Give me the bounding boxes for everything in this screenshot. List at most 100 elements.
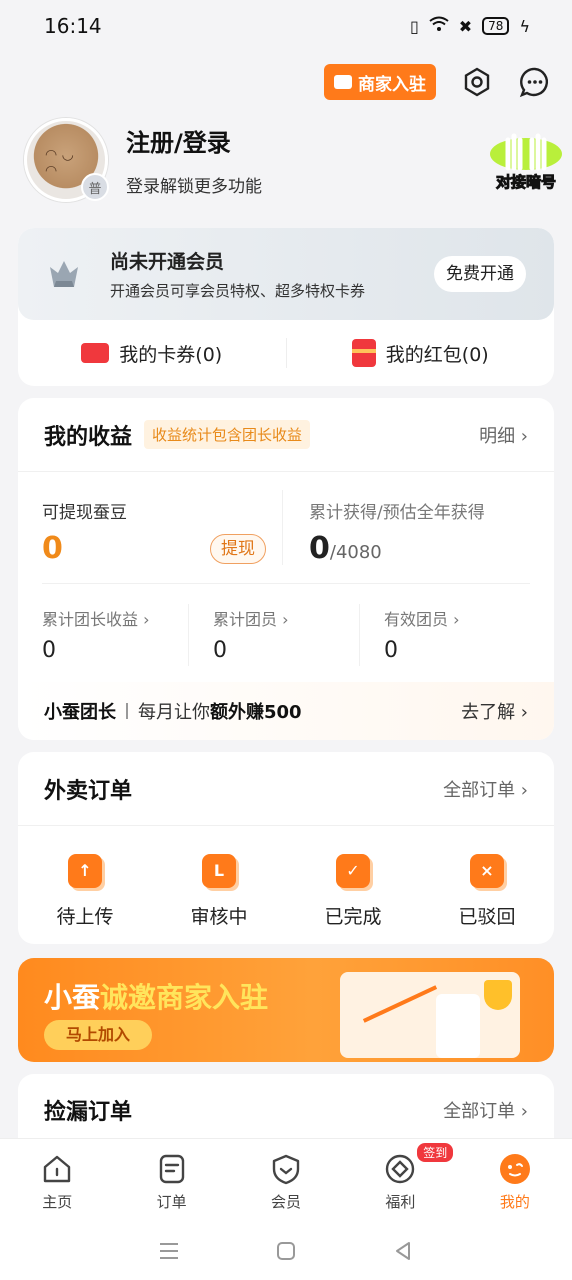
messages-button[interactable]: [518, 65, 552, 99]
sim-off-icon: ✖: [458, 16, 473, 36]
merchant-join-button[interactable]: 商家入驻: [324, 64, 436, 100]
menu-icon[interactable]: [157, 1239, 181, 1263]
earnings-main: 可提现蚕豆 0 提现 累计获得/预估全年获得 0/4080: [42, 472, 530, 584]
cumulative-total: /4080: [329, 542, 382, 563]
my-red-envelopes-button[interactable]: 我的红包(0): [287, 339, 555, 367]
upload-icon: ↑: [68, 854, 102, 888]
promo-title-yellow: 诚邀商家入驻: [100, 981, 269, 1014]
takeout-orders-card: 外卖订单 全部订单 › ↑ 待上传 L 审核中 ✓ 已完成 × 已驳回: [18, 752, 554, 944]
ticket-icon: [81, 343, 110, 363]
reject-icon: ×: [470, 854, 504, 888]
missed-orders-title: 捡漏订单: [44, 1100, 133, 1125]
red-envelope-icon: [351, 339, 376, 367]
stat-value: 0: [384, 638, 398, 663]
tab-welfare[interactable]: 签到 福利: [343, 1139, 457, 1222]
shop-icon: [334, 75, 352, 89]
charging-icon: ϟ: [519, 16, 530, 36]
profile-text: 注册/登录 登录解锁更多功能: [126, 123, 262, 197]
earnings-detail-link[interactable]: 明细 ›: [479, 422, 528, 448]
team-leader-logo: 小蚕团长: [44, 702, 116, 723]
bottom-tab-bar: 主页 订单 会员 签到 福利 我的: [0, 1138, 572, 1222]
back-icon[interactable]: [391, 1239, 415, 1263]
settings-button[interactable]: [460, 65, 494, 99]
orders-icon: [159, 1154, 184, 1184]
login-subtitle: 登录解锁更多功能: [126, 177, 262, 197]
divider: [126, 703, 128, 719]
order-status-pending-upload[interactable]: ↑ 待上传: [18, 854, 152, 929]
membership-desc: 开通会员可享会员特权、超多特权卡券: [110, 282, 366, 300]
all-orders-link[interactable]: 全部订单 ›: [443, 776, 528, 802]
tab-orders[interactable]: 订单: [114, 1139, 228, 1222]
stat-value: 0: [42, 638, 56, 663]
stat-label: 累计团员 ›: [213, 610, 289, 629]
learn-more-link[interactable]: 去了解 ›: [461, 698, 528, 724]
mascot-text: 对接暗号: [495, 173, 556, 192]
hands-icon: [490, 133, 562, 171]
join-now-button[interactable]: 马上加入: [44, 1020, 153, 1050]
avatar[interactable]: ◠ ◡ ◠ 普: [24, 118, 109, 202]
coupon-row: 我的卡券(0) 我的红包(0): [18, 320, 554, 386]
home-square-icon[interactable]: [274, 1239, 298, 1263]
stat-leader-earnings[interactable]: 累计团长收益 › 0: [42, 584, 188, 680]
missed-all-orders-link[interactable]: 全部订单 ›: [443, 1097, 528, 1123]
shield-check-icon: [484, 980, 512, 1010]
battery-indicator: 78: [482, 17, 510, 35]
promo-illustration: [340, 972, 520, 1058]
status-bar: 16:14 ▯ ✖ 78 ϟ: [0, 0, 572, 52]
reviewing-icon: L: [202, 854, 236, 888]
merchant-invite-banner[interactable]: 小蚕诚邀商家入驻 马上加入: [18, 958, 554, 1062]
takeout-orders-title: 外卖订单: [44, 778, 133, 804]
member-icon: [272, 1154, 300, 1185]
stat-value: 0: [213, 638, 227, 663]
cumulative-section: 累计获得/预估全年获得 0/4080: [282, 490, 530, 566]
vibrate-icon: ▯: [409, 16, 419, 36]
free-activate-button[interactable]: 免费开通: [434, 256, 526, 292]
tab-label: 福利: [385, 1193, 416, 1211]
withdraw-button[interactable]: 提现: [210, 534, 266, 564]
stat-members[interactable]: 累计团员 › 0: [188, 604, 359, 666]
my-red-envelopes-label: 我的红包(0): [385, 343, 489, 366]
welfare-icon: [386, 1154, 415, 1184]
mine-icon: [499, 1154, 530, 1184]
my-coupons-label: 我的卡券(0): [119, 343, 223, 366]
tab-mine[interactable]: 我的: [458, 1139, 572, 1222]
tab-member[interactable]: 会员: [229, 1139, 343, 1222]
order-status-label: 已驳回: [458, 906, 516, 928]
stat-active-members[interactable]: 有效团员 › 0: [359, 604, 530, 666]
merchant-join-label: 商家入驻: [358, 74, 426, 95]
crown-icon: [50, 261, 78, 287]
earnings-title: 我的收益: [44, 424, 133, 450]
team-leader-bonus: 额外赚500: [210, 702, 302, 723]
secret-code-mascot[interactable]: 对接暗号: [486, 128, 566, 192]
earnings-card: 我的收益 收益统计包含团长收益 明细 › 可提现蚕豆 0 提现 累计获得/预估全…: [18, 398, 554, 740]
earnings-tag: 收益统计包含团长收益: [144, 420, 311, 449]
stat-label: 有效团员 ›: [384, 610, 460, 629]
order-status-reviewing[interactable]: L 审核中: [152, 854, 286, 929]
team-leader-banner[interactable]: 小蚕团长 每月让你 额外赚500 去了解 ›: [18, 682, 554, 740]
tab-home[interactable]: 主页: [0, 1139, 114, 1222]
phone-chart-icon: [436, 994, 480, 1058]
wifi-icon: [429, 16, 449, 36]
earnings-header: 我的收益 收益统计包含团长收益 明细 ›: [18, 398, 554, 472]
my-coupons-button[interactable]: 我的卡券(0): [18, 340, 286, 367]
sign-in-badge: 签到: [417, 1143, 454, 1162]
missed-orders-header: 捡漏订单 全部订单 ›: [18, 1074, 554, 1146]
status-time: 16:14: [44, 14, 102, 38]
withdrawable-label: 可提现蚕豆: [42, 503, 127, 523]
promo-title: 小蚕诚邀商家入驻: [44, 976, 268, 1016]
chat-icon: [519, 67, 548, 98]
profile-header[interactable]: ◠ ◡ ◠ 普 注册/登录 登录解锁更多功能: [24, 118, 262, 202]
order-status-rejected[interactable]: × 已驳回: [420, 854, 554, 929]
login-title[interactable]: 注册/登录: [126, 123, 262, 158]
tab-label: 我的: [499, 1193, 530, 1211]
membership-banner[interactable]: 尚未开通会员 开通会员可享会员特权、超多特权卡券 免费开通: [18, 228, 554, 320]
check-icon: ✓: [336, 854, 370, 888]
top-actions: 商家入驻: [324, 64, 552, 100]
system-nav-bar: [0, 1222, 572, 1280]
order-status-completed[interactable]: ✓ 已完成: [286, 854, 420, 929]
order-status-label: 审核中: [190, 906, 248, 928]
order-status-label: 已完成: [324, 906, 382, 928]
earnings-stats: 累计团长收益 › 0 累计团员 › 0 有效团员 › 0: [18, 584, 554, 680]
membership-text: 尚未开通会员 开通会员可享会员特权、超多特权卡券: [110, 247, 365, 301]
order-status-label: 待上传: [56, 906, 114, 928]
